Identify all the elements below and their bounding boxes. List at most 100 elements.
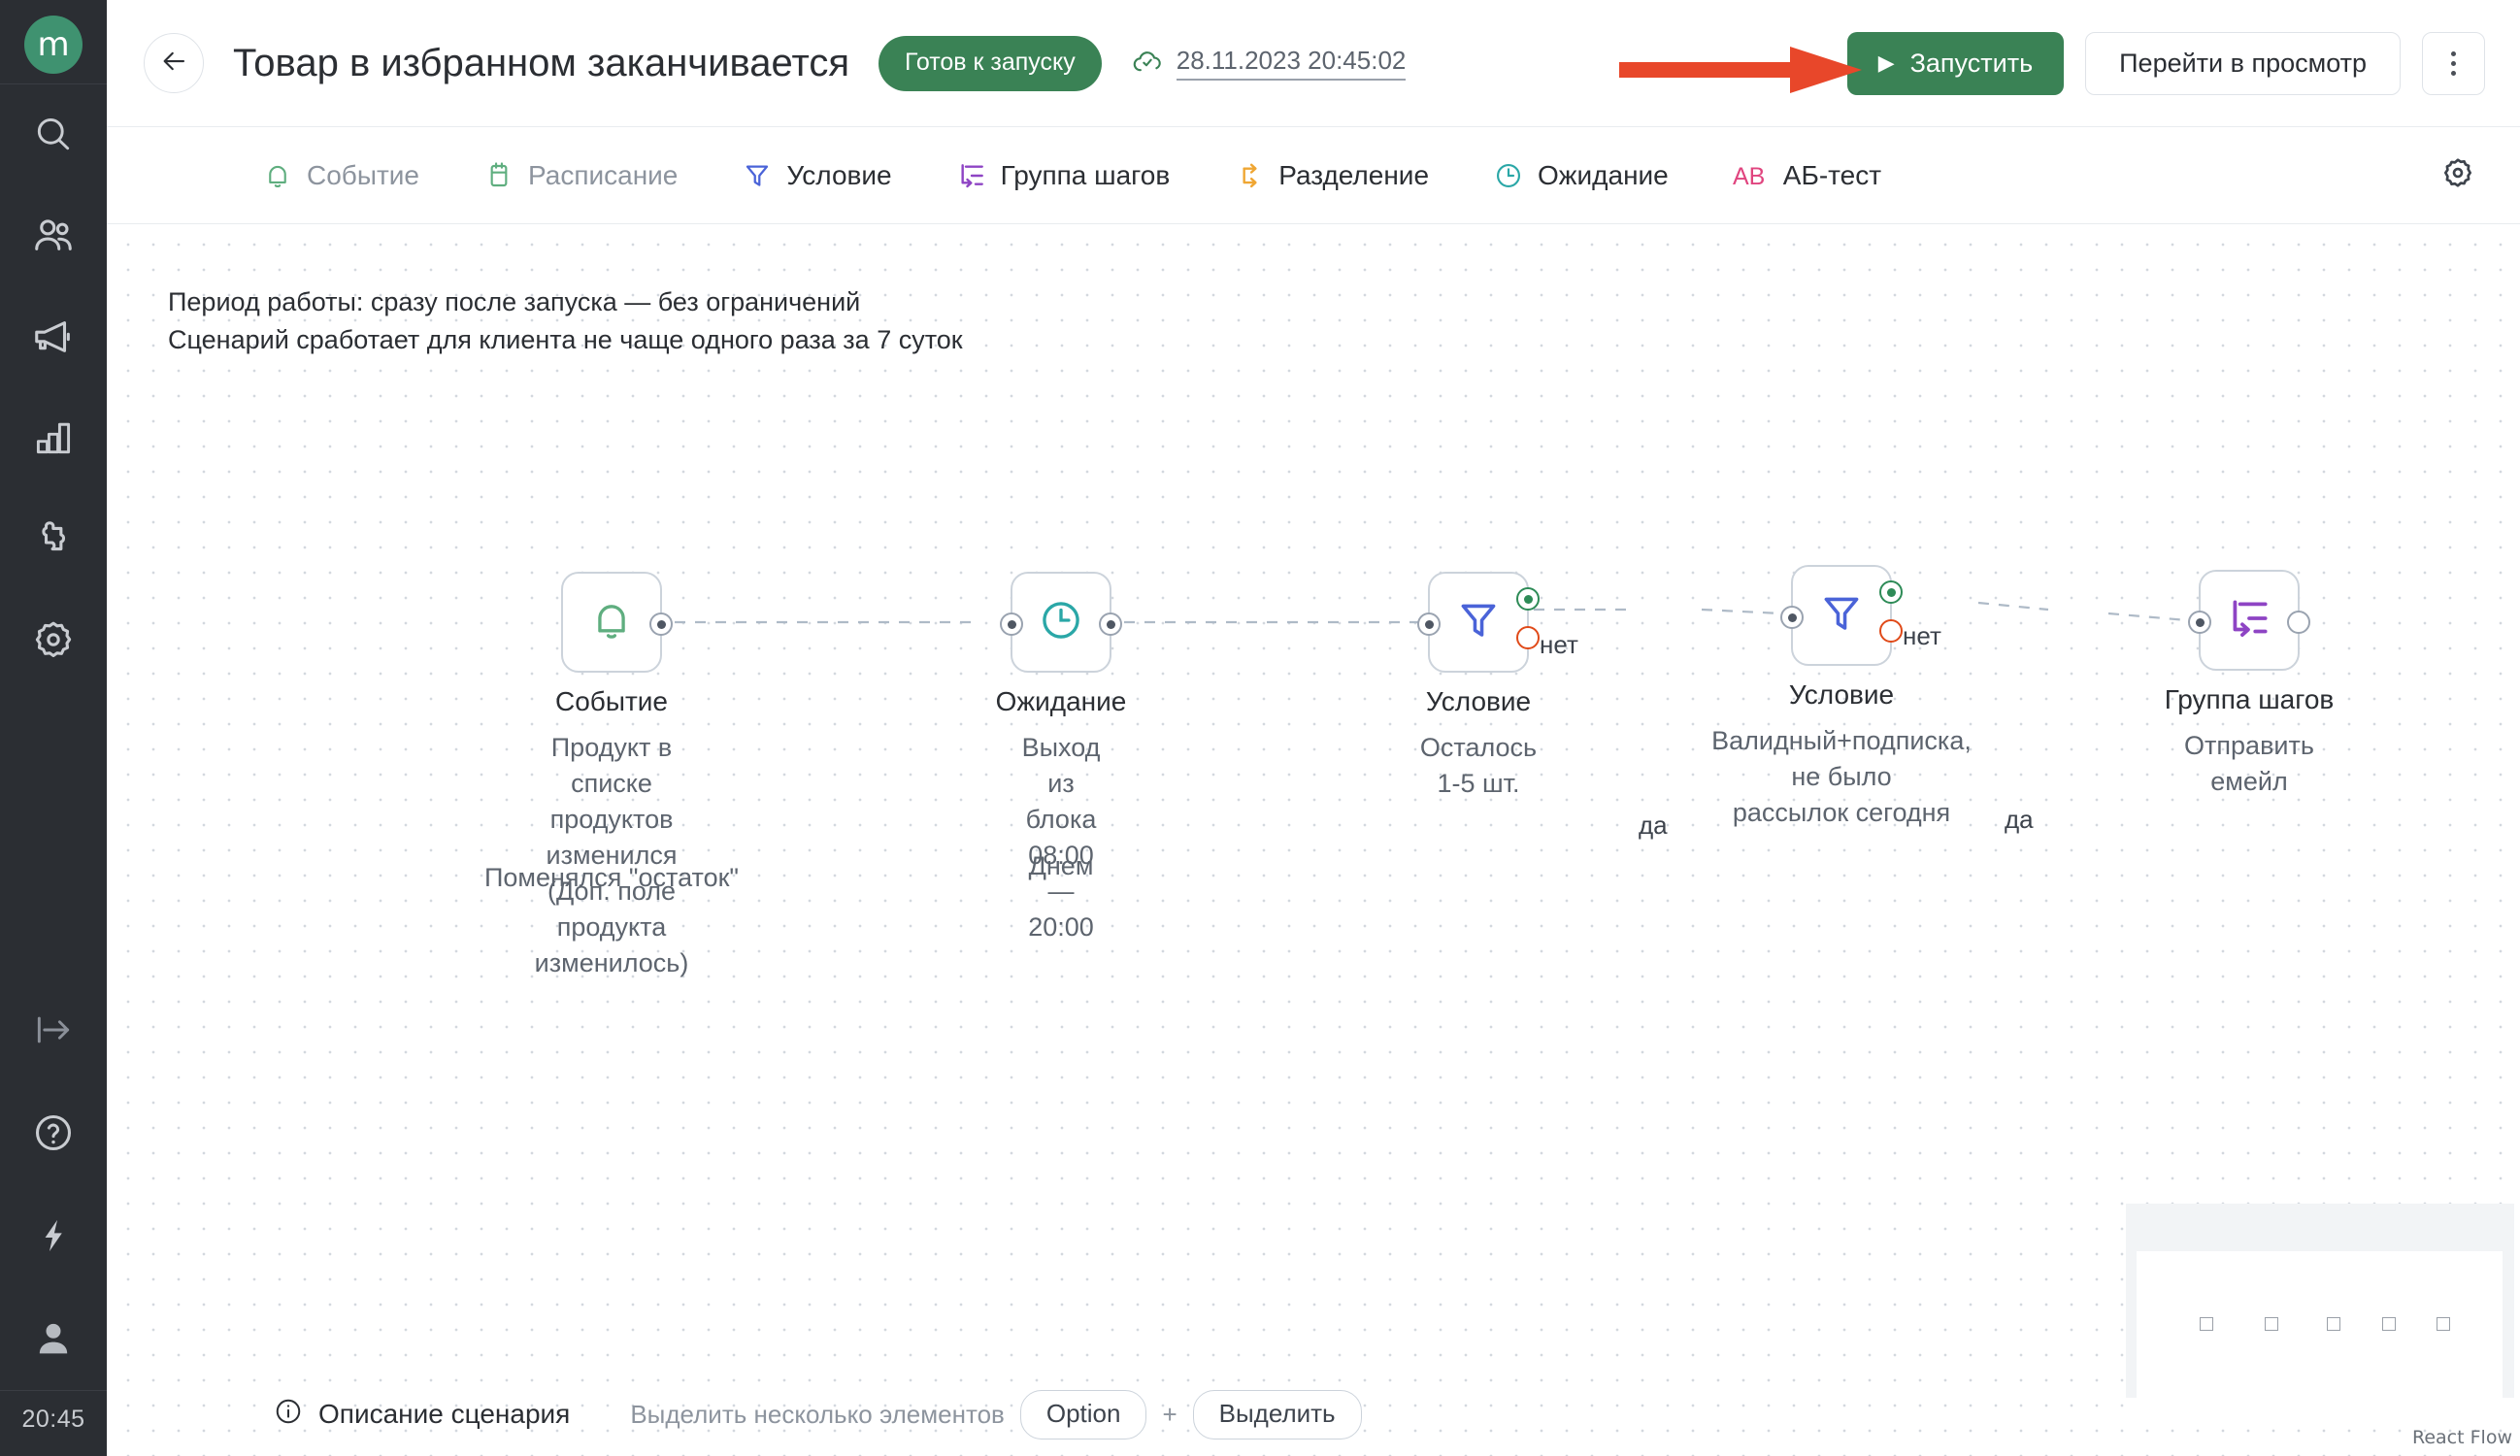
scenario-description-label: Описание сценария xyxy=(318,1399,571,1429)
branch-label-no: нет xyxy=(1903,621,1941,650)
palette-item-schedule[interactable]: Расписание xyxy=(483,160,678,191)
flow-node-event[interactable]: Событие Продукт в списке продуктов измен… xyxy=(484,572,739,977)
arrow-left-icon xyxy=(159,47,188,81)
node-handle-yes[interactable] xyxy=(1516,587,1540,611)
flow-node-title: Условие xyxy=(1425,686,1532,716)
palette-item-split[interactable]: Разделение xyxy=(1234,160,1429,191)
palette-item-ab-test[interactable]: AB АБ-тест xyxy=(1733,160,1881,191)
puzzle-icon xyxy=(31,516,76,561)
flow-node-subtitle: Валидный+подписка, не было рассылок сего… xyxy=(1711,726,1972,827)
flow-node-subtitle-2: Поменялся "остаток" xyxy=(484,863,739,892)
sidebar-bottom-nav xyxy=(0,978,107,1390)
palette-item-wait[interactable]: Ожидание xyxy=(1493,160,1669,191)
flow-node-condition-2[interactable]: Условие Валидный+подписка, не было рассы… xyxy=(1711,565,1972,827)
bell-icon xyxy=(262,160,293,191)
multiselect-hint-text: Выделить несколько элементов xyxy=(630,1399,1005,1429)
sidebar-item-quick-actions[interactable] xyxy=(0,1184,107,1287)
palette-item-condition[interactable]: Условие xyxy=(742,160,892,191)
flow-node-subtitle: Осталось 1-5 шт. xyxy=(1419,733,1538,798)
palette-label-event: Событие xyxy=(307,159,419,190)
branch-label-no: нет xyxy=(1540,630,1578,659)
flow-node-box[interactable] xyxy=(561,572,673,673)
go-to-view-button[interactable]: Перейти в просмотр xyxy=(2085,31,2401,95)
sidebar-item-settings[interactable] xyxy=(0,589,107,690)
palette-label-schedule: Расписание xyxy=(528,159,679,190)
left-sidebar: m 20:45 xyxy=(0,0,107,1456)
node-handle-source[interactable] xyxy=(649,612,673,636)
calendar-icon xyxy=(483,160,514,191)
node-handle-target[interactable] xyxy=(1417,612,1441,636)
kebab-dot xyxy=(2451,70,2456,76)
toolbar-settings-button[interactable] xyxy=(2435,152,2481,199)
more-options-button[interactable] xyxy=(2422,31,2485,95)
flow-node-title: Группа шагов xyxy=(2164,684,2335,714)
steps-group-icon xyxy=(2225,594,2273,647)
sidebar-nav xyxy=(0,84,107,690)
go-to-view-label: Перейти в просмотр xyxy=(2119,48,2367,78)
status-badge: Готов к запуску xyxy=(878,35,1102,91)
palette-item-event[interactable]: Событие xyxy=(262,160,419,191)
run-button[interactable]: ▶ Запустить xyxy=(1846,31,2065,95)
flow-minimap[interactable] xyxy=(2126,1204,2514,1416)
sidebar-item-profile[interactable] xyxy=(0,1287,107,1390)
saved-timestamp[interactable]: 28.11.2023 20:45:02 xyxy=(1131,45,1407,83)
ab-test-icon: AB xyxy=(1733,160,1770,191)
edge-label-yes-1: да xyxy=(1639,811,1668,840)
flow-node-condition-1[interactable]: Условие Осталось 1-5 шт. нет xyxy=(1417,572,1578,798)
steps-group-icon xyxy=(956,160,987,191)
expand-icon xyxy=(32,1009,75,1051)
back-button[interactable] xyxy=(144,33,204,93)
bell-icon xyxy=(587,596,636,649)
sidebar-item-expand[interactable] xyxy=(0,978,107,1081)
app-logo-letter: m xyxy=(37,25,70,64)
flow-node-box[interactable] xyxy=(1780,565,1903,666)
node-handle-no[interactable] xyxy=(1879,619,1903,643)
megaphone-icon xyxy=(31,314,76,359)
node-handle-target[interactable] xyxy=(1000,612,1023,636)
node-handle-target[interactable] xyxy=(2188,611,2211,634)
flow-node-box[interactable] xyxy=(2188,570,2310,671)
gear-icon xyxy=(31,617,76,662)
node-palette-toolbar: Событие Расписание Условие Группа шагов … xyxy=(107,127,2520,224)
flow-node-steps-group[interactable]: Группа шагов Отправить емейл xyxy=(2165,570,2334,796)
page-title: Товар в избранном заканчивается xyxy=(233,41,849,84)
flow-node-box[interactable] xyxy=(1000,572,1122,673)
run-button-label: Запустить xyxy=(1909,48,2034,78)
sidebar-item-analytics[interactable] xyxy=(0,387,107,488)
palette-label-steps-group: Группа шагов xyxy=(1000,159,1171,190)
palette-item-steps-group[interactable]: Группа шагов xyxy=(956,159,1171,191)
flow-node-box[interactable] xyxy=(1417,572,1540,673)
flow-node-title: Условие xyxy=(1788,679,1895,710)
split-icon xyxy=(1234,160,1265,191)
palette-label-split: Разделение xyxy=(1278,159,1430,190)
lightning-icon xyxy=(32,1214,75,1257)
scenario-description-button[interactable]: Описание сценария xyxy=(274,1397,570,1433)
app-logo[interactable]: m xyxy=(24,16,83,74)
node-handle-yes[interactable] xyxy=(1879,580,1903,604)
kebab-dot xyxy=(2451,60,2456,66)
flow-canvas[interactable]: Период работы: сразу после запуска — без… xyxy=(107,225,2520,1456)
canvas-bottom-bar: Описание сценария Выделить несколько эле… xyxy=(107,1373,2520,1456)
sidebar-item-help[interactable] xyxy=(0,1081,107,1184)
filter-icon xyxy=(1817,589,1866,643)
sidebar-item-clients[interactable] xyxy=(0,185,107,286)
node-handle-no[interactable] xyxy=(1516,626,1540,649)
node-handle-source[interactable] xyxy=(1099,612,1122,636)
flow-node-wait[interactable]: Ожидание Выход из блока 08:00 — 20:00 Дн… xyxy=(996,572,1126,942)
palette-label-wait: Ожидание xyxy=(1538,159,1669,190)
page-header: Товар в избранном заканчивается Готов к … xyxy=(107,0,2520,127)
flow-node-subtitle: Выход из блока 08:00 — 20:00 xyxy=(1021,733,1101,942)
sidebar-item-search[interactable] xyxy=(0,84,107,185)
sidebar-item-campaigns[interactable] xyxy=(0,286,107,387)
edge-condition2-yes-b xyxy=(2107,612,2188,622)
search-icon xyxy=(32,114,75,156)
clock-icon xyxy=(1493,160,1524,191)
sidebar-item-integrations[interactable] xyxy=(0,488,107,589)
minimap-node xyxy=(2327,1317,2340,1331)
node-handle-source[interactable] xyxy=(2287,611,2310,634)
flow-node-title: Событие xyxy=(555,686,668,716)
svg-text:AB: AB xyxy=(1733,163,1765,190)
node-handle-target[interactable] xyxy=(1780,606,1804,629)
minimap-node xyxy=(2265,1317,2278,1331)
users-icon xyxy=(31,214,76,258)
